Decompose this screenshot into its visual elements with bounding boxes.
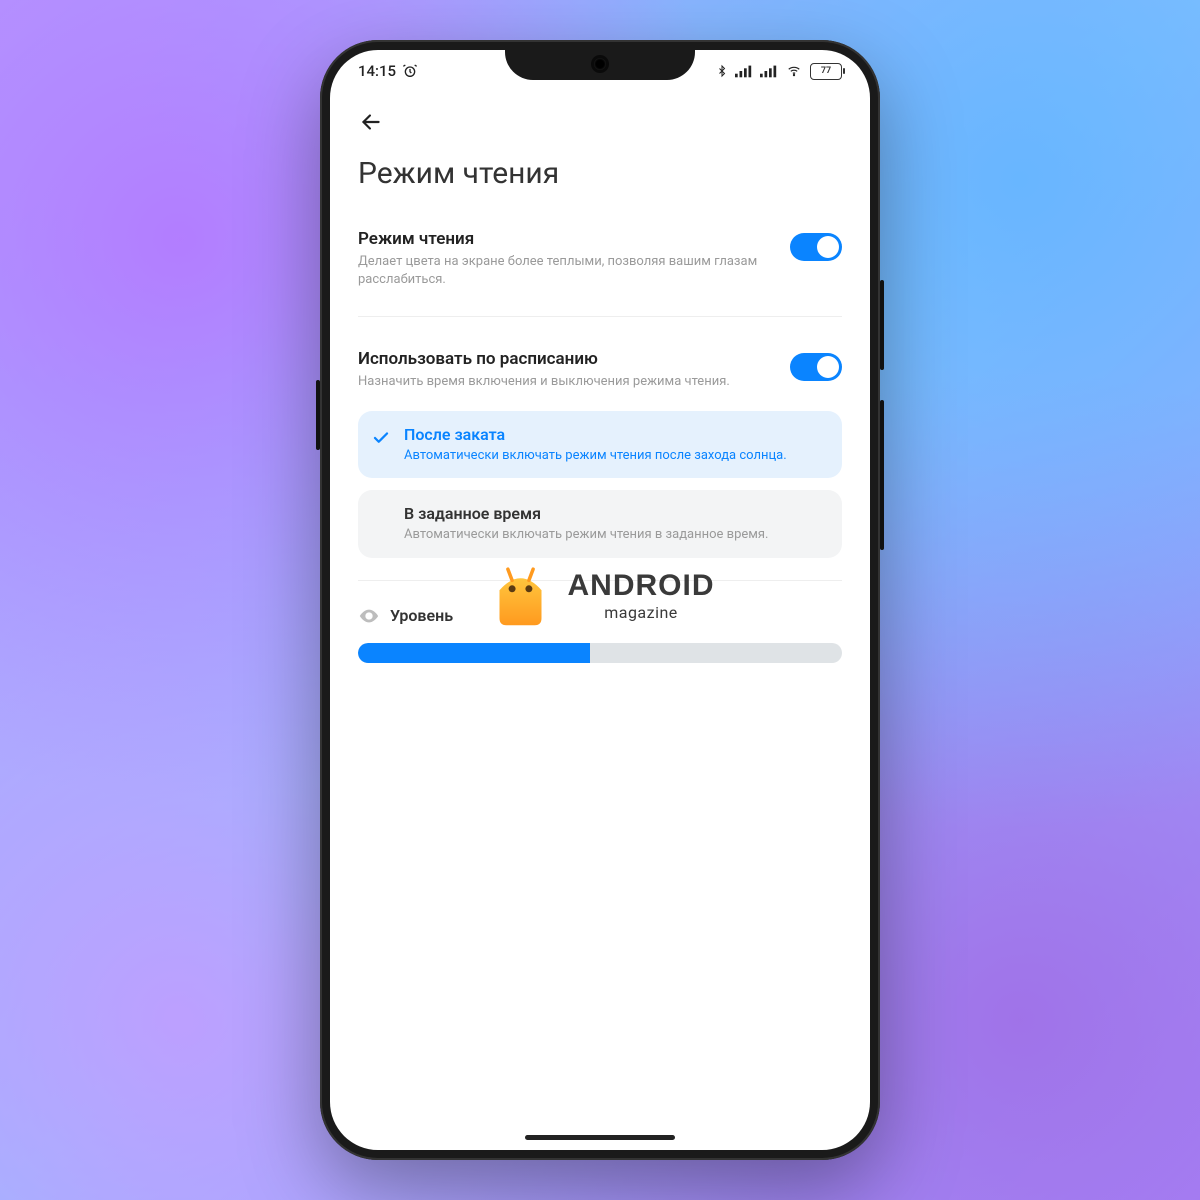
wallpaper-background: 14:15 <box>0 0 1200 1200</box>
schedule-option-custom-time[interactable]: В заданное время Автоматически включать … <box>358 490 842 558</box>
reading-mode-row: Режим чтения Делает цвета на экране боле… <box>358 221 842 308</box>
reading-mode-desc: Делает цвета на экране более теплыми, по… <box>358 253 774 288</box>
display-notch <box>505 50 695 80</box>
option-desc: Автоматически включать режим чтения посл… <box>404 447 824 465</box>
status-time: 14:15 <box>358 62 396 80</box>
phone-frame: 14:15 <box>320 40 880 1160</box>
option-title: В заданное время <box>404 504 824 523</box>
option-desc: Автоматически включать режим чтения в за… <box>404 526 824 544</box>
level-slider-fill <box>358 643 590 663</box>
battery-indicator: 77 <box>810 63 842 80</box>
divider <box>358 580 842 581</box>
level-label: Уровень <box>390 606 453 625</box>
level-slider[interactable] <box>358 643 842 663</box>
check-icon <box>372 429 390 447</box>
schedule-desc: Назначить время включения и выключения р… <box>358 373 730 391</box>
reading-mode-title: Режим чтения <box>358 229 774 249</box>
option-title: После заката <box>404 425 824 444</box>
reading-mode-toggle[interactable] <box>790 233 842 261</box>
eye-icon <box>358 605 380 627</box>
divider <box>358 316 842 317</box>
phone-screen: 14:15 <box>330 50 870 1150</box>
alarm-icon <box>402 63 418 79</box>
page-title: Режим чтения <box>358 156 842 191</box>
level-section: Уровень <box>358 605 842 663</box>
schedule-row: Использовать по расписанию Назначить вре… <box>358 341 842 411</box>
battery-percent: 77 <box>821 66 831 76</box>
signal-icon <box>735 64 753 78</box>
schedule-toggle[interactable] <box>790 353 842 381</box>
home-indicator[interactable] <box>525 1135 675 1140</box>
signal-icon-2 <box>760 64 778 78</box>
wifi-icon <box>785 64 803 78</box>
back-button[interactable] <box>358 109 384 135</box>
bluetooth-icon <box>716 63 728 79</box>
schedule-option-after-sunset[interactable]: После заката Автоматически включать режи… <box>358 411 842 479</box>
schedule-title: Использовать по расписанию <box>358 349 730 369</box>
front-camera <box>594 58 606 70</box>
